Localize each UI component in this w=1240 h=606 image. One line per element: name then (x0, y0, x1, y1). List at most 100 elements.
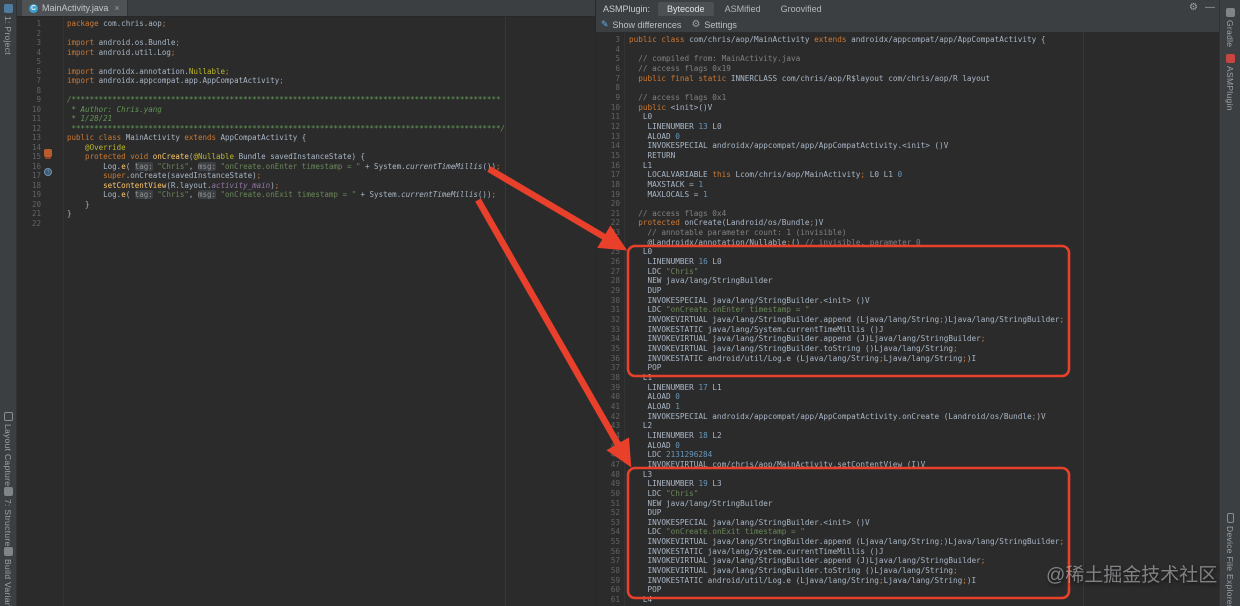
code-line: 54 LDC "onCreate.onExit timestamp = " (610, 527, 805, 537)
code-line: 6 import androidx.annotation.Nullable; (36, 66, 230, 76)
stripe-label: Device File Explorer (1225, 526, 1235, 606)
code-line: 34 INVOKEVIRTUAL java/lang/StringBuilder… (610, 334, 986, 344)
java-class-icon: C (29, 3, 38, 13)
code-line: 10 public <init>()V (610, 102, 713, 112)
code-line: 22 protected onCreate(Landroid/os/Bundle… (610, 218, 824, 228)
tab-asmified[interactable]: ASMified (716, 2, 770, 16)
code-line: 8 (615, 83, 620, 93)
close-icon[interactable]: × (114, 3, 119, 13)
code-line: 3 import android.os.Bundle; (36, 38, 180, 47)
code-line: 13 public class MainActivity extends AppC… (31, 133, 307, 142)
code-line: 15 RETURN (610, 150, 676, 160)
code-line: 8 (36, 85, 41, 95)
code-line: 42 INVOKESPECIAL androidx/appcompat/app/… (610, 411, 1046, 421)
code-line: 45 ALOAD 0 (610, 440, 680, 450)
code-line: 46 LDC 2131296284 (610, 450, 713, 460)
code-line: 21 // access flags 0x4 (610, 208, 727, 218)
code-line: 32 INVOKEVIRTUAL java/lang/StringBuilder… (610, 315, 1065, 325)
code-line: 1 package com.chris.aop; (36, 19, 167, 28)
code-line: 21} (31, 209, 72, 218)
code-line: 18 setContentView(R.layout.activity_main… (31, 180, 280, 190)
code-line: 23 // annotable parameter count: 1 (invi… (610, 228, 847, 238)
code-line: 53 INVOKESPECIAL java/lang/StringBuilder… (610, 517, 870, 527)
code-line: 4 import android.util.Log; (36, 47, 176, 57)
code-line: 14 INVOKESPECIAL androidx/appcompat/app/… (610, 141, 949, 151)
code-line: 31 LDC "onCreate.onEnter timestamp = " (610, 305, 810, 315)
ide-window: 1: Project Layout Captures 7: Structure … (0, 0, 1240, 606)
code-line: 24 @Landroidx/annotation/Nullable;() // … (610, 237, 921, 247)
stripe-label: ASMPlugin (1225, 66, 1235, 111)
sidebar-item-project[interactable]: 1: Project (0, 4, 16, 55)
stripe-label: Build Variants (3, 559, 13, 606)
code-line: 16 Log.e( tag: "Chris", msg: "onCreate.o… (31, 161, 501, 171)
asmplugin-icon (1225, 54, 1235, 63)
code-line: 16 L1 (610, 160, 653, 170)
project-icon (3, 4, 13, 13)
code-line: 27 LDC "Chris" (610, 266, 699, 276)
watermark: @稀土掘金技术社区 (1046, 565, 1218, 586)
code-line: 56 INVOKESTATIC java/lang/System.current… (610, 546, 884, 556)
tab-bytecode[interactable]: Bytecode (658, 1, 714, 16)
code-line: 11 * 1/28/21 (31, 114, 113, 123)
code-line: 41 ALOAD 1 (610, 401, 680, 411)
build-variants-icon (3, 547, 13, 556)
java-code-lines: 1 package com.chris.aop; 2 3 import android.… (17, 19, 595, 228)
show-differences-icon: ✎ (601, 19, 609, 29)
code-line: 33 INVOKESTATIC java/lang/System.current… (610, 324, 884, 334)
code-line: 20 (610, 199, 620, 209)
code-line: 9 // access flags 0x1 (615, 92, 727, 102)
code-line: 9/**************************************… (36, 95, 501, 104)
tab-title: MainActivity.java (42, 3, 109, 13)
toolwindow-title: ASMPlugin: (603, 3, 651, 14)
class-gutter-icon[interactable] (44, 149, 52, 157)
structure-icon (3, 487, 13, 496)
sidebar-item-asmplugin[interactable]: ASMPlugin (1220, 54, 1240, 111)
bytecode-area[interactable]: 3 public class com/chris/aop/MainActivity… (596, 33, 1219, 606)
toolwindow-header: ASMPlugin: Bytecode ASMified Groovified … (596, 0, 1219, 17)
code-line: 39 LINENUMBER 17 L1 (610, 382, 722, 392)
code-line: 17 super.onCreate(savedInstanceState); (31, 171, 262, 180)
code-line: 52 DUP (610, 508, 662, 518)
gear-icon[interactable]: ⚙ (1189, 2, 1198, 14)
code-line: 5 // compiled from: MainActivity.java (615, 54, 801, 64)
code-line: 37 POP (610, 363, 662, 373)
code-line: 5 (36, 57, 41, 66)
code-line: 22 (31, 218, 41, 228)
sidebar-item-layout-captures[interactable]: Layout Captures (0, 412, 16, 491)
code-line: 36 INVOKESTATIC android/util/Log.e (Ljav… (610, 353, 977, 363)
code-line: 4 (615, 44, 620, 54)
sidebar-item-build-variants[interactable]: Build Variants (0, 547, 16, 606)
sidebar-item-device-file-explorer[interactable]: Device File Explorer (1220, 513, 1240, 606)
gradle-icon (1225, 8, 1235, 17)
code-line: 29 DUP (610, 286, 662, 296)
asmplugin-tool-window: ASMPlugin: Bytecode ASMified Groovified … (595, 0, 1219, 606)
settings-button[interactable]: Settings (704, 20, 737, 30)
code-line: 61 L4 (610, 595, 653, 605)
stripe-label: 1: Project (3, 16, 13, 55)
code-line: 28 NEW java/lang/StringBuilder (610, 276, 773, 286)
layout-captures-icon (3, 412, 13, 421)
bytecode-lines: 3 public class com/chris/aop/MainActivity… (596, 35, 1219, 605)
show-differences-button[interactable]: Show differences (613, 20, 682, 30)
code-line: 7 public final static INNERCLASS com/chr… (615, 73, 991, 83)
tab-mainactivity-java[interactable]: C MainActivity.java × (22, 0, 128, 16)
code-line: 35 INVOKEVIRTUAL java/lang/StringBuilder… (610, 344, 958, 353)
code-line: 3 public class com/chris/aop/MainActivity… (615, 35, 1046, 44)
toolwindow-toolbar: ✎ Show differences ⚙ Settings (596, 17, 1219, 33)
code-line: 2 (36, 28, 41, 38)
editor-tab-bar: C MainActivity.java × (17, 0, 595, 17)
code-line: 13 ALOAD 0 (610, 131, 680, 141)
code-line: 7 import androidx.appcompat.app.AppCompat… (36, 76, 284, 85)
code-line: 30 INVOKESPECIAL java/lang/StringBuilder… (610, 295, 870, 305)
code-line: 48 L3 (610, 469, 653, 479)
sidebar-item-gradle[interactable]: Gradle (1220, 8, 1240, 47)
code-line: 40 ALOAD 0 (610, 392, 680, 402)
override-method-gutter-icon[interactable]: ↑ (44, 168, 52, 176)
tab-groovified[interactable]: Groovified (772, 2, 831, 16)
java-code-area[interactable]: ↑ 1 package com.chris.aop; 2 3 import androi… (17, 17, 595, 606)
code-line: 14 @Override (31, 142, 126, 152)
stripe-label: 7: Structure (3, 499, 13, 547)
sidebar-item-structure[interactable]: 7: Structure (0, 487, 16, 547)
code-line: 19 MAXLOCALS = 1 (610, 189, 708, 199)
minimize-icon[interactable]: — (1205, 2, 1215, 14)
